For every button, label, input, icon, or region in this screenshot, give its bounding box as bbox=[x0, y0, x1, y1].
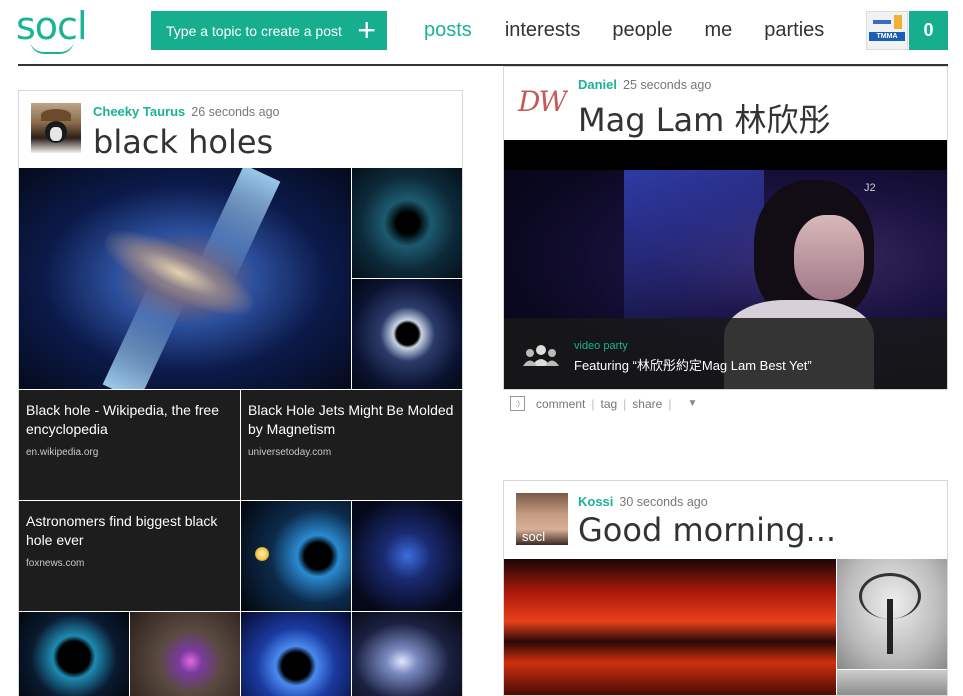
user-avatar[interactable]: TMMA bbox=[866, 11, 908, 50]
link-tile-foxnews[interactable]: Astronomers find biggest black hole ever… bbox=[19, 501, 240, 611]
more-dropdown-icon[interactable]: ▼ bbox=[687, 398, 697, 409]
post-card-good-morning: socl Kossi 30 seconds ago Good morning... bbox=[503, 480, 948, 696]
separator: | bbox=[668, 396, 672, 411]
separator: | bbox=[623, 396, 627, 411]
nav-me[interactable]: me bbox=[704, 19, 732, 42]
black-hole-image-7[interactable] bbox=[130, 612, 240, 696]
avatar-text: socl bbox=[522, 529, 546, 544]
post-time: 25 seconds ago bbox=[623, 78, 712, 92]
link-url: en.wikipedia.org bbox=[26, 447, 99, 458]
post-time: 26 seconds ago bbox=[191, 105, 280, 119]
tag-link[interactable]: tag bbox=[600, 397, 617, 411]
author-name[interactable]: Daniel bbox=[578, 77, 617, 92]
post-time: 30 seconds ago bbox=[619, 495, 708, 509]
nav-interests[interactable]: interests bbox=[505, 19, 581, 42]
main-nav: posts interests people me parties bbox=[424, 19, 856, 42]
link-title: Astronomers find biggest black hole ever bbox=[26, 513, 218, 548]
share-link[interactable]: share bbox=[632, 397, 662, 411]
link-title: Black hole - Wikipedia, the free encyclo… bbox=[26, 402, 219, 437]
link-url: universetoday.com bbox=[248, 447, 332, 458]
create-post-button[interactable]: Type a topic to create a post + bbox=[151, 11, 387, 50]
avatar[interactable] bbox=[31, 103, 81, 153]
black-hole-image-main[interactable] bbox=[19, 168, 351, 389]
comment-link[interactable]: comment bbox=[536, 397, 585, 411]
avatar[interactable]: socl bbox=[516, 493, 568, 545]
black-hole-image-8[interactable] bbox=[241, 612, 351, 696]
winter-image[interactable] bbox=[837, 670, 947, 695]
tree-image[interactable] bbox=[837, 559, 947, 669]
post-header: DW Daniel 25 seconds ago Mag Lam 林欣彤 bbox=[504, 67, 947, 140]
nav-parties[interactable]: parties bbox=[764, 19, 824, 42]
link-title: Black Hole Jets Might Be Molded by Magne… bbox=[248, 402, 454, 437]
notification-count[interactable]: 0 bbox=[909, 11, 948, 50]
black-hole-image-6[interactable] bbox=[19, 612, 129, 696]
black-hole-image-5[interactable] bbox=[352, 501, 462, 611]
avatar[interactable]: DW bbox=[516, 77, 568, 129]
video-caption-bar: video party Featuring “林欣彤約定Mag Lam Best… bbox=[504, 318, 947, 389]
post-actions: :) comment | tag | share | ▼ bbox=[510, 396, 697, 411]
nav-people[interactable]: people bbox=[612, 19, 672, 42]
separator: | bbox=[591, 396, 595, 411]
create-post-label: Type a topic to create a post bbox=[166, 22, 342, 39]
party-icon bbox=[522, 344, 560, 371]
video-party-tag[interactable]: video party bbox=[574, 340, 628, 352]
top-bar: socl Type a topic to create a post + pos… bbox=[0, 0, 963, 66]
avatar-logo: DW bbox=[518, 85, 567, 118]
post-author[interactable]: Daniel 25 seconds ago bbox=[578, 77, 711, 92]
nav-posts[interactable]: posts bbox=[424, 19, 472, 42]
post-author[interactable]: Kossi 30 seconds ago bbox=[578, 494, 708, 509]
sunrise-image[interactable] bbox=[504, 559, 836, 695]
post-header: Cheeky Taurus 26 seconds ago black holes bbox=[19, 91, 462, 168]
logo-smile-icon bbox=[30, 40, 74, 54]
video-caption[interactable]: Featuring “林欣彤約定Mag Lam Best Yet” bbox=[574, 355, 812, 374]
black-hole-image-4[interactable] bbox=[241, 501, 351, 611]
post-author[interactable]: Cheeky Taurus 26 seconds ago bbox=[93, 104, 280, 119]
channel-logo: J2 bbox=[864, 182, 876, 194]
user-avatar-text: TMMA bbox=[869, 32, 905, 41]
post-title[interactable]: Good morning... bbox=[578, 511, 836, 549]
video-player[interactable]: J2 video party Featuring “林欣彤約定Mag Lam B… bbox=[504, 140, 947, 389]
post-title[interactable]: black holes bbox=[93, 123, 273, 161]
link-tile-wikipedia[interactable]: Black hole - Wikipedia, the free encyclo… bbox=[19, 390, 240, 500]
black-hole-image-2[interactable] bbox=[352, 168, 462, 278]
black-hole-image-3[interactable] bbox=[352, 279, 462, 389]
black-hole-image-9[interactable] bbox=[352, 612, 462, 696]
comment-icon[interactable]: :) bbox=[510, 396, 525, 411]
link-url: foxnews.com bbox=[26, 558, 85, 569]
post-card-mag-lam: DW Daniel 25 seconds ago Mag Lam 林欣彤 J2 v… bbox=[503, 66, 948, 390]
post-header: socl Kossi 30 seconds ago Good morning... bbox=[504, 481, 947, 559]
post-title[interactable]: Mag Lam 林欣彤 bbox=[578, 95, 831, 141]
author-name[interactable]: Cheeky Taurus bbox=[93, 104, 185, 119]
link-tile-universetoday[interactable]: Black Hole Jets Might Be Molded by Magne… bbox=[241, 390, 462, 500]
socl-logo[interactable]: socl bbox=[16, 6, 92, 54]
plus-icon: + bbox=[357, 12, 376, 48]
post-card-black-holes: Cheeky Taurus 26 seconds ago black holes … bbox=[18, 90, 463, 696]
author-name[interactable]: Kossi bbox=[578, 494, 613, 509]
